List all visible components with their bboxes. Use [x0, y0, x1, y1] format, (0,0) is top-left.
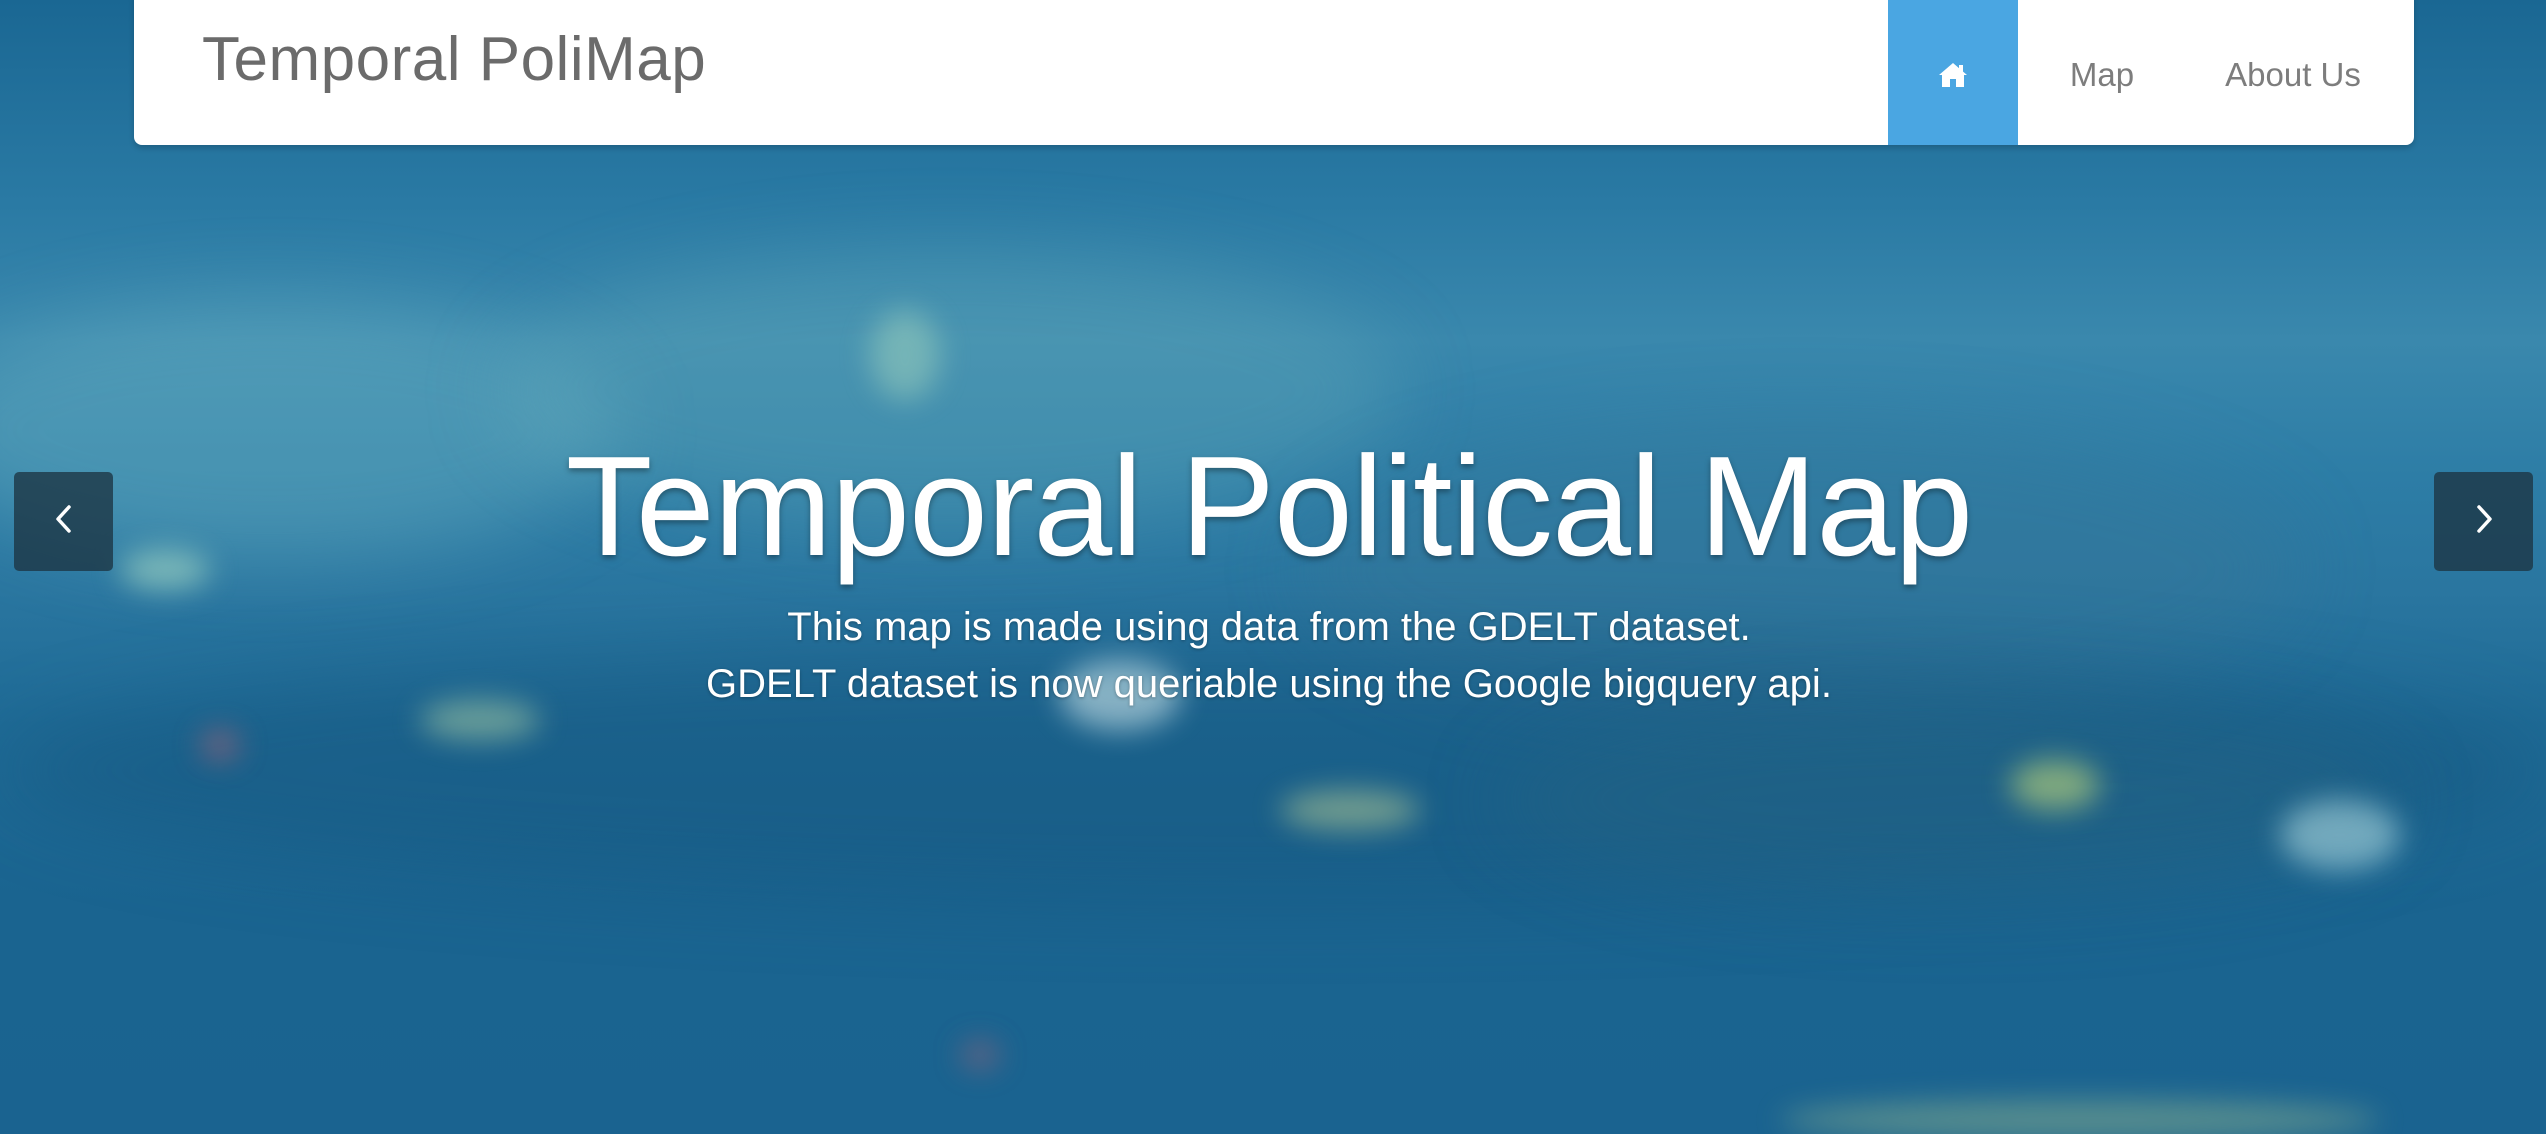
hero-description-line-2: GDELT dataset is now queriable using the… [706, 662, 1832, 706]
chevron-left-icon [53, 503, 75, 540]
nav-item-about-label: About Us [2225, 55, 2361, 93]
nav-item-map[interactable]: Map [2018, 0, 2186, 145]
carousel-next-button[interactable] [2434, 472, 2533, 571]
navbar: Temporal PoliMap Map About Us [134, 0, 2414, 145]
chevron-right-icon [2473, 503, 2495, 540]
brand-logo-link[interactable]: Temporal PoliMap [134, 0, 706, 124]
nav-item-about-us[interactable]: About Us [2186, 0, 2400, 145]
hero-description-line-1: This map is made using data from the GDE… [787, 605, 1751, 649]
nav-menu: Map About Us [1888, 0, 2414, 145]
carousel-prev-button[interactable] [14, 472, 113, 571]
hero-title: Temporal Political Map [565, 427, 1973, 586]
nav-item-map-label: Map [2069, 55, 2135, 93]
nav-item-home[interactable] [1888, 0, 2018, 145]
home-icon [1938, 61, 1968, 89]
